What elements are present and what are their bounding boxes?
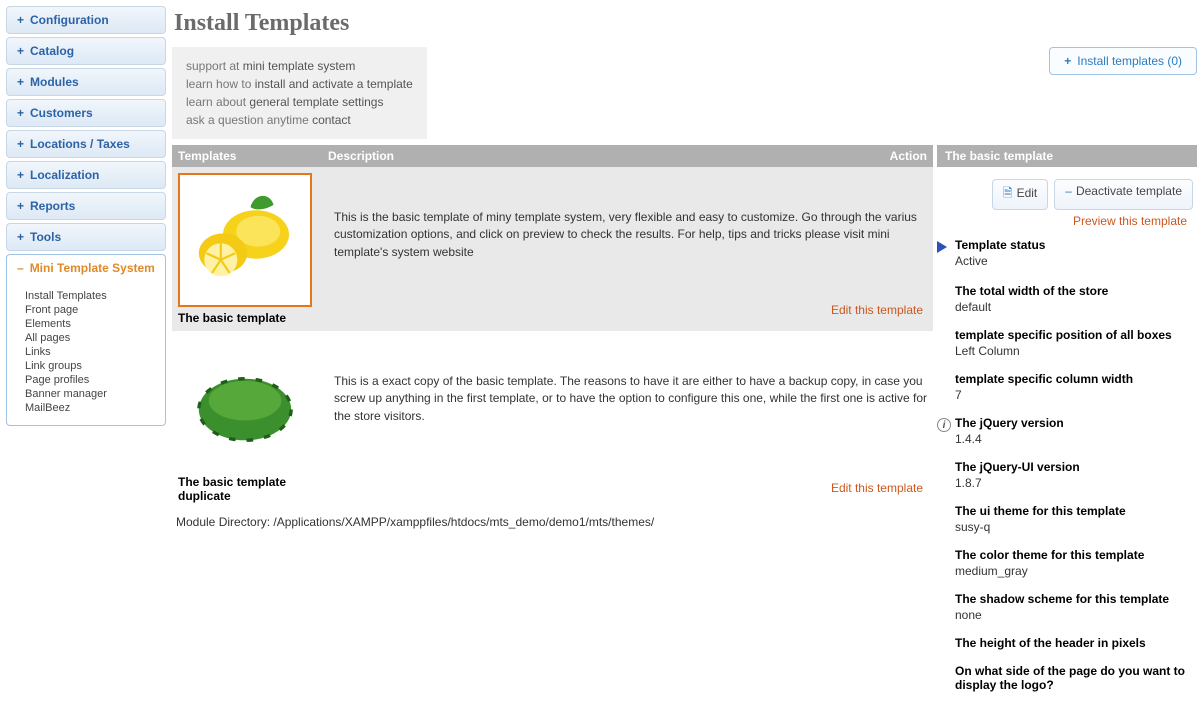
- template-row[interactable]: The basic template duplicate This is a e…: [172, 331, 933, 509]
- plus-icon: +: [17, 106, 24, 120]
- plus-icon: +: [17, 44, 24, 58]
- nav-cat-configuration[interactable]: +Configuration: [6, 6, 166, 34]
- nav-cat-locations[interactable]: +Locations / Taxes: [6, 130, 166, 158]
- field-label: template specific column width: [955, 372, 1193, 386]
- field-value: 7: [955, 388, 1193, 402]
- col-action: Action: [867, 149, 927, 163]
- minus-icon: –: [1065, 184, 1072, 198]
- info-icon[interactable]: i: [937, 418, 951, 432]
- template-description: This is the basic template of miny templ…: [334, 210, 917, 259]
- support-infobox: support at mini template system learn ho…: [172, 47, 427, 139]
- template-name: The basic template: [178, 311, 312, 325]
- subnav-page-profiles[interactable]: Page profiles: [25, 373, 155, 387]
- field-value: default: [955, 300, 1193, 314]
- field-label: The height of the header in pixels: [955, 636, 1193, 650]
- subnav-mailbeez[interactable]: MailBeez: [25, 401, 155, 415]
- field-label: template specific position of all boxes: [955, 328, 1193, 342]
- triangle-right-icon: [937, 241, 947, 253]
- lemon-icon: [190, 185, 300, 295]
- nav-cat-localization[interactable]: +Localization: [6, 161, 166, 189]
- panel-title: The basic template: [937, 145, 1197, 167]
- edit-button[interactable]: 🗎Edit: [992, 179, 1048, 210]
- nav-cat-catalog[interactable]: +Catalog: [6, 37, 166, 65]
- sidebar: +Configuration +Catalog +Modules +Custom…: [6, 6, 166, 712]
- field-label: The jQuery version: [955, 416, 1193, 430]
- table-header: Templates Description Action: [172, 145, 933, 167]
- field-label: The shadow scheme for this template: [955, 592, 1193, 606]
- field-value: none: [955, 608, 1193, 622]
- subnav-link-groups[interactable]: Link groups: [25, 359, 155, 373]
- subnav-all-pages[interactable]: All pages: [25, 331, 155, 345]
- nav-cat-modules[interactable]: +Modules: [6, 68, 166, 96]
- deactivate-button[interactable]: –Deactivate template: [1054, 179, 1193, 210]
- main-content: Install Templates support at mini templa…: [172, 6, 1197, 712]
- subnav-banner-manager[interactable]: Banner manager: [25, 387, 155, 401]
- plus-icon: +: [1064, 54, 1071, 68]
- preview-link[interactable]: Preview this template: [937, 214, 1187, 228]
- field-value: 1.4.4: [955, 432, 1193, 446]
- field-value: susy-q: [955, 520, 1193, 534]
- plus-icon: +: [17, 230, 24, 244]
- subnav-front-page[interactable]: Front page: [25, 303, 155, 317]
- col-description: Description: [328, 149, 867, 163]
- module-directory: Module Directory: /Applications/XAMPP/xa…: [172, 509, 933, 535]
- link-install-activate[interactable]: install and activate a template: [255, 77, 413, 91]
- minus-icon: –: [17, 261, 24, 275]
- field-label: The total width of the store: [955, 284, 1193, 298]
- page-title: Install Templates: [174, 10, 1197, 37]
- edit-template-link[interactable]: Edit this template: [831, 302, 923, 319]
- field-label: The color theme for this template: [955, 548, 1193, 562]
- field-value: Left Column: [955, 344, 1193, 358]
- template-thumbnail[interactable]: [178, 337, 312, 471]
- field-label: Template status: [955, 238, 1193, 252]
- field-value: Active: [955, 254, 1193, 268]
- link-mts[interactable]: mini template system: [243, 59, 356, 73]
- detail-panel: The basic template 🗎Edit –Deactivate tem…: [937, 145, 1197, 712]
- field-label: The jQuery-UI version: [955, 460, 1193, 474]
- templates-list: Templates Description Action: [172, 145, 933, 712]
- nav-cat-tools[interactable]: +Tools: [6, 223, 166, 251]
- nav-cat-customers[interactable]: +Customers: [6, 99, 166, 127]
- template-thumbnail[interactable]: [178, 173, 312, 307]
- link-contact[interactable]: contact: [312, 113, 351, 127]
- subnav-install-templates[interactable]: Install Templates: [25, 289, 155, 303]
- plus-icon: +: [17, 75, 24, 89]
- subnav: Install Templates Front page Elements Al…: [6, 281, 166, 426]
- document-icon: 🗎: [1003, 186, 1013, 200]
- watermelon-icon: [190, 349, 300, 459]
- plus-icon: +: [17, 137, 24, 151]
- plus-icon: +: [17, 168, 24, 182]
- subnav-elements[interactable]: Elements: [25, 317, 155, 331]
- field-label: On what side of the page do you want to …: [955, 664, 1193, 692]
- edit-template-link[interactable]: Edit this template: [831, 480, 923, 497]
- template-description: This is a exact copy of the basic templa…: [334, 374, 927, 423]
- field-value: 1.8.7: [955, 476, 1193, 490]
- install-templates-button[interactable]: +Install templates (0): [1049, 47, 1197, 75]
- template-row[interactable]: The basic template This is the basic tem…: [172, 167, 933, 331]
- nav-cat-reports[interactable]: +Reports: [6, 192, 166, 220]
- field-label: The ui theme for this template: [955, 504, 1193, 518]
- plus-icon: +: [17, 13, 24, 27]
- plus-icon: +: [17, 199, 24, 213]
- col-templates: Templates: [178, 149, 328, 163]
- subnav-links[interactable]: Links: [25, 345, 155, 359]
- template-name: The basic template duplicate: [178, 475, 312, 503]
- field-value: medium_gray: [955, 564, 1193, 578]
- nav-cat-mts[interactable]: –Mini Template System: [6, 254, 166, 281]
- link-general-settings[interactable]: general template settings: [249, 95, 383, 109]
